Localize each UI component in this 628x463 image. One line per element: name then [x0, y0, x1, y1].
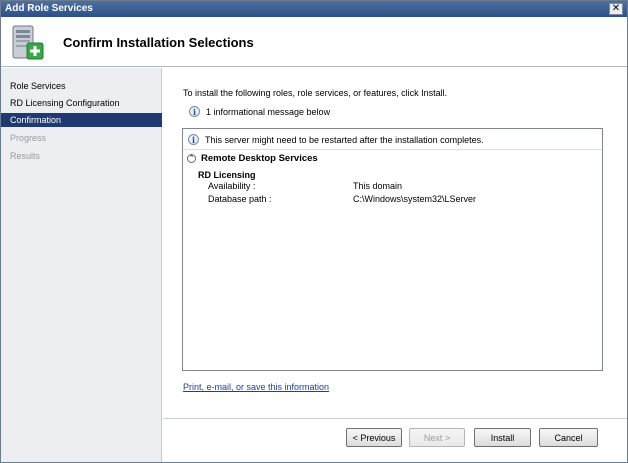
info-message-text: 1 informational message below	[206, 106, 331, 117]
title-bar[interactable]: Add Role Services ✕	[1, 1, 627, 17]
page-title: Confirm Installation Selections	[63, 35, 254, 50]
database-path-label: Database path :	[208, 194, 272, 204]
wizard-header: Confirm Installation Selections	[1, 17, 627, 67]
restart-warning-text: This server might need to be restarted a…	[205, 134, 484, 145]
info-icon: i	[188, 134, 199, 145]
window-title: Add Role Services	[5, 3, 93, 14]
nav-item-results: Results	[10, 151, 41, 161]
availability-value: This domain	[353, 181, 403, 191]
divider	[183, 149, 602, 150]
next-button: Next >	[409, 428, 465, 447]
nav-item-rd-licensing-configuration[interactable]: RD Licensing Configuration	[1, 96, 162, 110]
nav-item-confirmation[interactable]: Confirmation	[1, 113, 162, 127]
cancel-button[interactable]: Cancel	[539, 428, 598, 447]
selection-details-panel[interactable]: i This server might need to be restarted…	[182, 128, 603, 371]
server-add-icon	[12, 25, 44, 60]
database-path-value: C:\Windows\system32\LServer	[353, 194, 477, 204]
wizard-content: To install the following roles, role ser…	[163, 68, 627, 462]
collapse-chevron-icon[interactable]: ⌃	[187, 154, 196, 163]
section-title: Remote Desktop Services	[201, 153, 318, 164]
nav-item-progress: Progress	[10, 133, 47, 143]
role-service-title: RD Licensing	[198, 170, 256, 180]
restart-warning: i This server might need to be restarted…	[188, 134, 484, 145]
nav-item-role-services[interactable]: Role Services	[1, 79, 162, 93]
info-icon: i	[189, 106, 200, 117]
wizard-nav: Role Services RD Licensing Configuration…	[1, 68, 162, 462]
close-icon[interactable]: ✕	[609, 3, 623, 15]
previous-button[interactable]: < Previous	[346, 428, 402, 447]
availability-label: Availability :	[208, 181, 256, 191]
intro-text: To install the following roles, role ser…	[183, 88, 448, 98]
section-header[interactable]: ⌃ Remote Desktop Services	[187, 153, 318, 164]
install-button[interactable]: Install	[474, 428, 531, 447]
print-email-save-link[interactable]: Print, e-mail, or save this information	[183, 382, 329, 392]
info-message: i 1 informational message below	[189, 106, 330, 117]
divider	[163, 418, 627, 419]
add-role-services-window: Add Role Services ✕ Confirm Installation…	[0, 0, 628, 463]
